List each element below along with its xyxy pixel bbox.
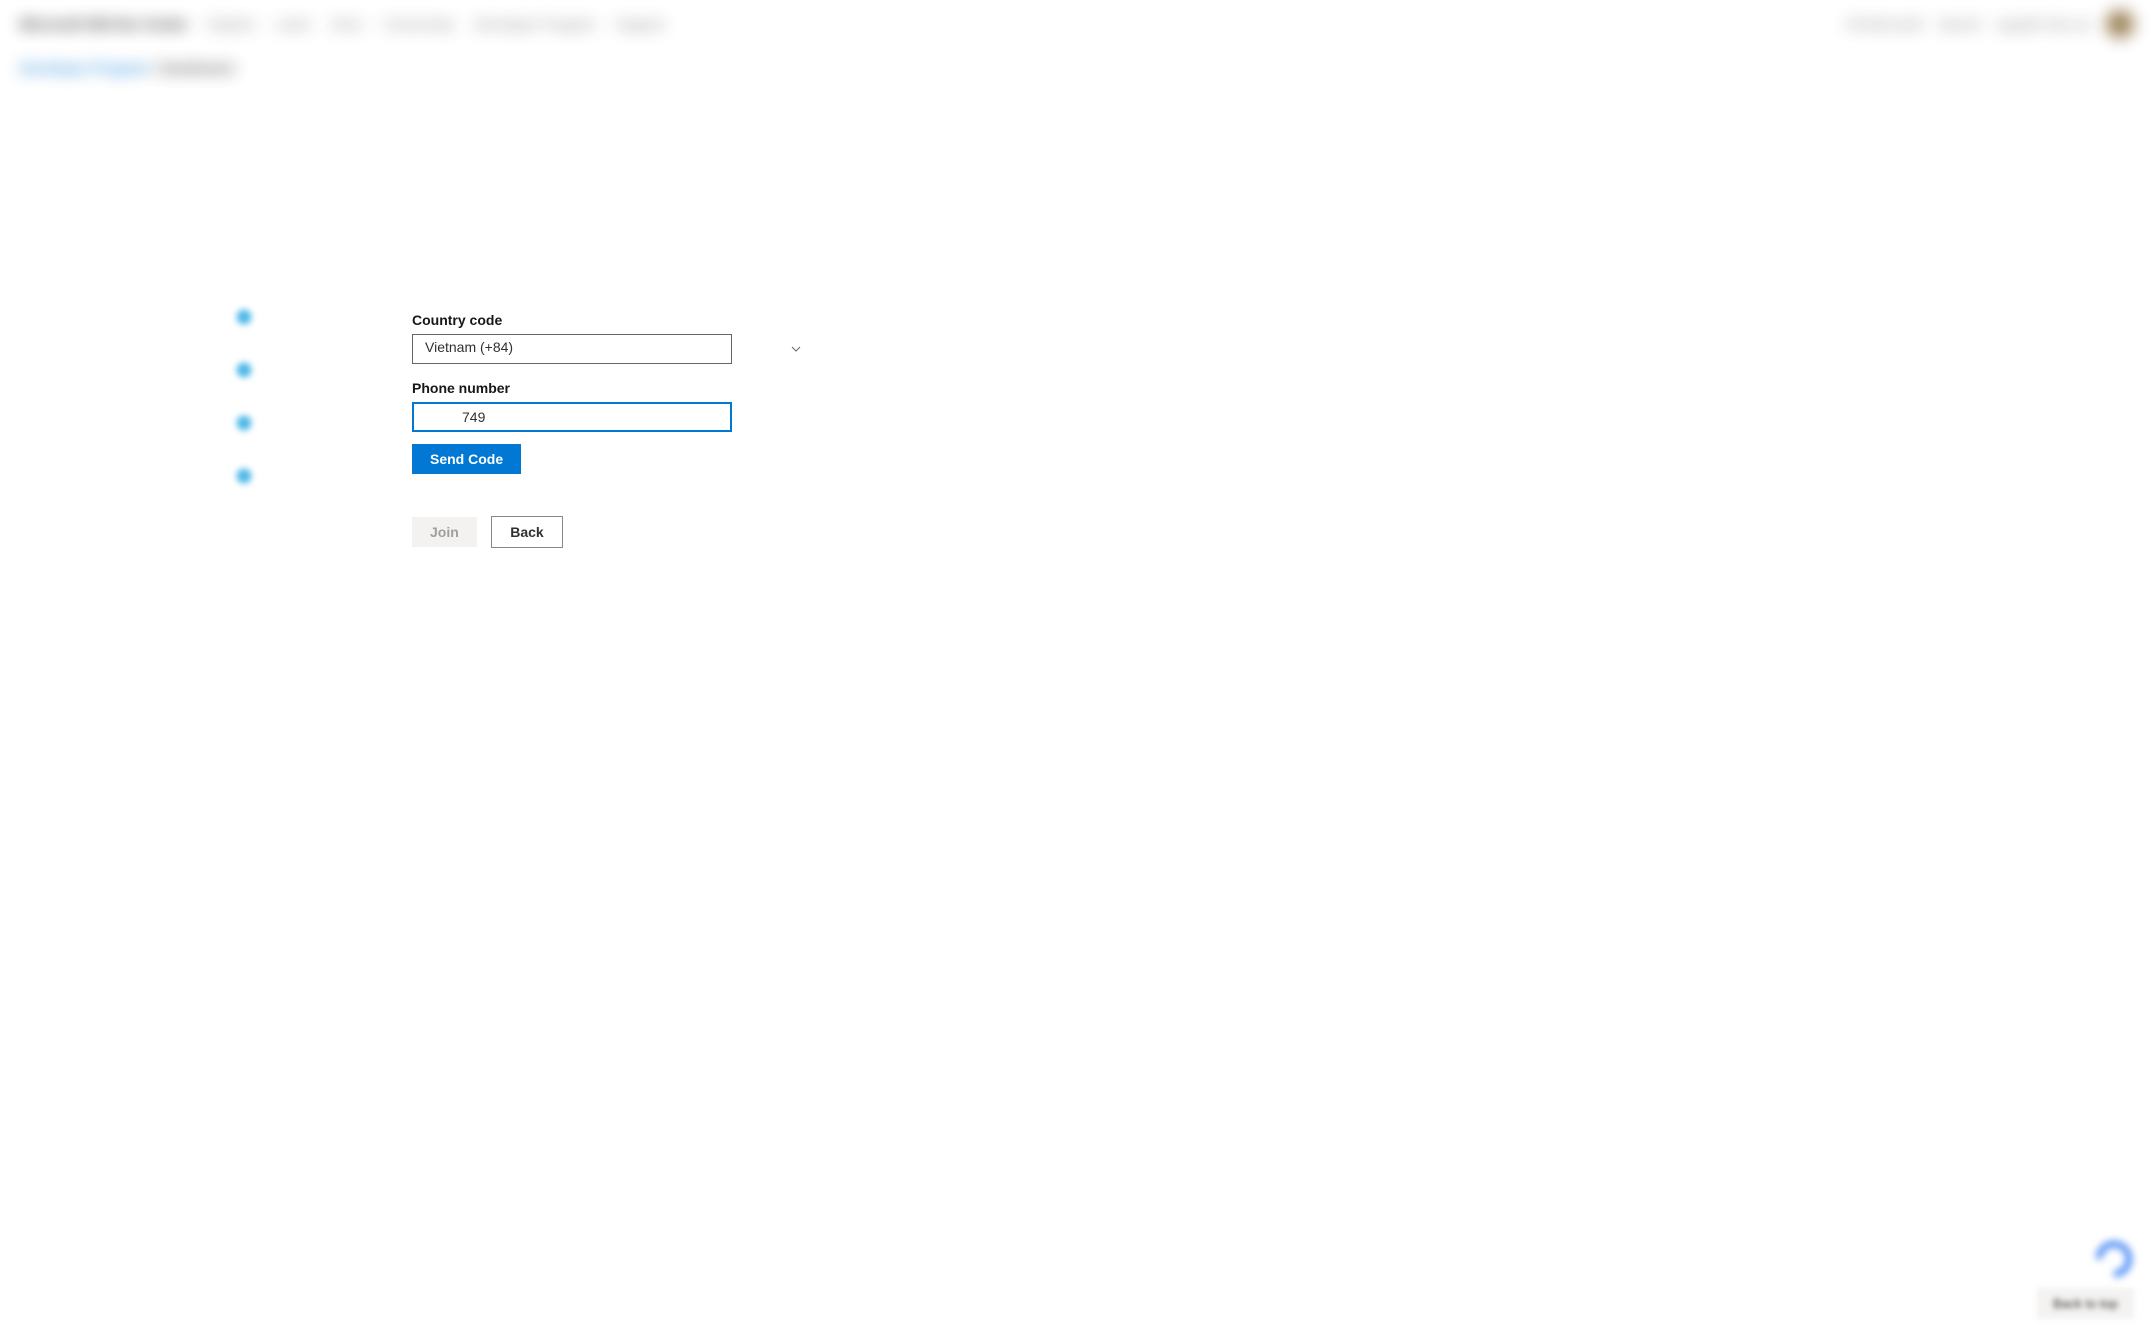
phone-number-input[interactable] xyxy=(412,402,732,432)
country-code-value[interactable]: Vietnam (+84) xyxy=(412,334,732,364)
back-to-top-button[interactable]: Back to top xyxy=(2037,1288,2134,1319)
step-dot-4 xyxy=(235,467,253,485)
step-dot-1 xyxy=(235,308,253,326)
phone-verification-form: Country code Vietnam (+84) Phone number … xyxy=(412,312,812,548)
chevron-down-icon xyxy=(790,343,802,355)
back-button[interactable]: Back xyxy=(491,516,562,548)
country-code-label: Country code xyxy=(412,312,812,328)
send-code-button[interactable]: Send Code xyxy=(412,444,521,474)
country-code-select[interactable]: Vietnam (+84) xyxy=(412,334,812,364)
step-dot-3 xyxy=(235,414,253,432)
phone-number-label: Phone number xyxy=(412,380,812,396)
recaptcha-badge xyxy=(2089,1239,2139,1279)
join-button: Join xyxy=(412,517,477,547)
step-dot-2 xyxy=(235,361,253,379)
stepper xyxy=(235,308,253,520)
